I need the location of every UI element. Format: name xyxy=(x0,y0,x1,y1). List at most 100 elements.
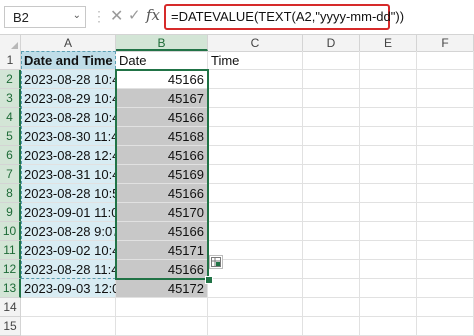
row-header-1[interactable]: 1 xyxy=(0,51,21,70)
header-cell-c[interactable]: Time xyxy=(208,51,303,70)
cell-e14[interactable] xyxy=(360,298,417,317)
enter-icon[interactable]: ✓ xyxy=(128,6,141,24)
cell-d13[interactable] xyxy=(303,279,360,298)
cell-d7[interactable] xyxy=(303,165,360,184)
cell-a9[interactable]: 2023-09-01 11:00 xyxy=(21,203,126,222)
cell-c15[interactable] xyxy=(208,317,303,336)
header-cell-f[interactable] xyxy=(417,51,474,70)
cell-c5[interactable] xyxy=(208,127,303,146)
cell-d5[interactable] xyxy=(303,127,360,146)
row-header-15[interactable]: 15 xyxy=(0,317,21,336)
header-cell-e[interactable] xyxy=(360,51,417,70)
cell-b15[interactable] xyxy=(116,317,208,336)
name-box[interactable]: B2 ⌄ xyxy=(4,6,86,28)
cell-f15[interactable] xyxy=(417,317,474,336)
cell-c6[interactable] xyxy=(208,146,303,165)
row-header-13[interactable]: 13 xyxy=(0,279,21,298)
cell-c2[interactable] xyxy=(208,70,303,89)
cell-e5[interactable] xyxy=(360,127,417,146)
cell-b12[interactable]: 45166 xyxy=(116,260,208,279)
cell-d10[interactable] xyxy=(303,222,360,241)
cell-a8[interactable]: 2023-08-28 10:50 xyxy=(21,184,127,203)
header-cell-a[interactable]: Date and Time xyxy=(21,51,116,70)
cell-b11[interactable]: 45171 xyxy=(116,241,208,260)
row-header-12[interactable]: 12 xyxy=(0,260,21,279)
cell-f13[interactable] xyxy=(417,279,474,298)
cell-b3[interactable]: 45167 xyxy=(116,89,208,108)
cell-b13[interactable]: 45172 xyxy=(116,279,208,298)
cell-a15[interactable] xyxy=(21,317,116,336)
cell-f10[interactable] xyxy=(417,222,474,241)
cell-f7[interactable] xyxy=(417,165,474,184)
row-header-3[interactable]: 3 xyxy=(0,89,21,108)
fill-handle[interactable] xyxy=(205,276,213,284)
cell-d11[interactable] xyxy=(303,241,360,260)
cell-b14[interactable] xyxy=(116,298,208,317)
cell-e10[interactable] xyxy=(360,222,417,241)
cell-a11[interactable]: 2023-09-02 10:45 xyxy=(21,241,127,260)
cell-e13[interactable] xyxy=(360,279,417,298)
cell-d4[interactable] xyxy=(303,108,360,127)
cell-b10[interactable]: 45166 xyxy=(116,222,208,241)
cell-c10[interactable] xyxy=(208,222,303,241)
cell-c8[interactable] xyxy=(208,184,303,203)
quick-analysis-icon[interactable] xyxy=(209,255,223,269)
cell-a10[interactable]: 2023-08-28 9:07 xyxy=(21,222,119,241)
cell-e7[interactable] xyxy=(360,165,417,184)
cell-a2[interactable]: 2023-08-28 10:45 xyxy=(21,70,127,89)
row-header-7[interactable]: 7 xyxy=(0,165,21,184)
cell-a3[interactable]: 2023-08-29 10:46 xyxy=(21,89,127,108)
cell-c7[interactable] xyxy=(208,165,303,184)
cell-e2[interactable] xyxy=(360,70,417,89)
drag-handle-icon[interactable]: ⋮ xyxy=(92,8,106,25)
cell-b5[interactable]: 45168 xyxy=(116,127,208,146)
cell-d8[interactable] xyxy=(303,184,360,203)
cell-e9[interactable] xyxy=(360,203,417,222)
cell-d3[interactable] xyxy=(303,89,360,108)
cell-a7[interactable]: 2023-08-31 10:45 xyxy=(21,165,127,184)
cell-f11[interactable] xyxy=(417,241,474,260)
cell-e11[interactable] xyxy=(360,241,417,260)
cell-a4[interactable]: 2023-08-28 10:47 xyxy=(21,108,127,127)
cell-f2[interactable] xyxy=(417,70,474,89)
cell-f8[interactable] xyxy=(417,184,474,203)
row-header-8[interactable]: 8 xyxy=(0,184,21,203)
cell-e8[interactable] xyxy=(360,184,417,203)
row-header-14[interactable]: 14 xyxy=(0,298,21,317)
header-cell-b[interactable]: Date xyxy=(116,51,208,70)
row-header-10[interactable]: 10 xyxy=(0,222,21,241)
cell-f9[interactable] xyxy=(417,203,474,222)
cell-b4[interactable]: 45166 xyxy=(116,108,208,127)
chevron-down-icon[interactable]: ⌄ xyxy=(73,10,81,21)
cell-c3[interactable] xyxy=(208,89,303,108)
cell-b9[interactable]: 45170 xyxy=(116,203,208,222)
cell-e6[interactable] xyxy=(360,146,417,165)
cell-d9[interactable] xyxy=(303,203,360,222)
cell-a12[interactable]: 2023-08-28 11:45 xyxy=(21,260,126,279)
cell-b8[interactable]: 45166 xyxy=(116,184,208,203)
cell-f3[interactable] xyxy=(417,89,474,108)
cell-d14[interactable] xyxy=(303,298,360,317)
cell-b7[interactable]: 45169 xyxy=(116,165,208,184)
row-header-2[interactable]: 2 xyxy=(0,70,21,89)
column-header-b[interactable]: B xyxy=(116,35,208,51)
cell-a6[interactable]: 2023-08-28 12:45 xyxy=(21,146,127,165)
cell-f12[interactable] xyxy=(417,260,474,279)
cell-c14[interactable] xyxy=(208,298,303,317)
cell-b6[interactable]: 45166 xyxy=(116,146,208,165)
column-header-a[interactable]: A xyxy=(21,35,116,51)
cell-d6[interactable] xyxy=(303,146,360,165)
cell-e3[interactable] xyxy=(360,89,417,108)
row-header-5[interactable]: 5 xyxy=(0,127,21,146)
cell-d12[interactable] xyxy=(303,260,360,279)
cancel-icon[interactable]: ✕ xyxy=(110,6,123,26)
cell-e12[interactable] xyxy=(360,260,417,279)
cell-f4[interactable] xyxy=(417,108,474,127)
cell-f6[interactable] xyxy=(417,146,474,165)
cell-a13[interactable]: 2023-09-03 12:00 xyxy=(21,279,127,298)
column-header-f[interactable]: F xyxy=(417,35,474,51)
column-header-d[interactable]: D xyxy=(303,35,360,51)
cell-b2[interactable]: 45166 xyxy=(116,70,208,89)
formula-input[interactable]: =DATEVALUE(TEXT(A2,"yyyy-mm-dd")) xyxy=(164,4,404,30)
cell-c4[interactable] xyxy=(208,108,303,127)
